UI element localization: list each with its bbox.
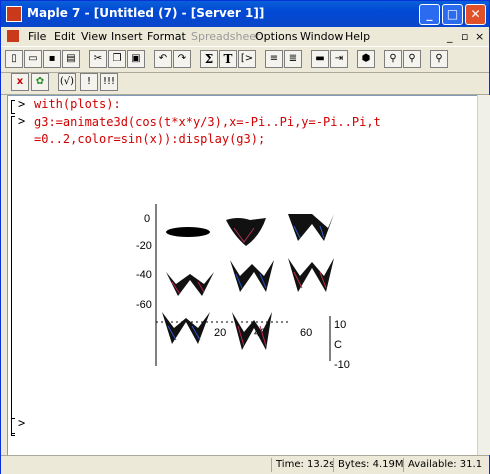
status-time: Time: 13.2s [271,458,335,472]
maple-app-icon[interactable] [6,6,22,22]
surface-frame-1 [166,227,210,237]
save-icon[interactable]: ▪ [43,50,61,68]
surface-frame-7 [162,312,210,344]
z-tick-neg60: -60 [136,299,152,311]
status-bytes: Bytes: 4.19M [333,458,404,472]
execute-icon[interactable]: ! [80,73,98,91]
surface-frame-5 [230,260,274,292]
math-input-icon[interactable]: x [11,73,29,91]
mdi-close-button[interactable]: × [475,30,484,43]
menu-window[interactable]: Window [300,30,343,43]
collapse-icon[interactable]: ▬ [311,50,329,68]
menu-spreadsheet[interactable]: Spreadsheet [191,30,260,43]
mdi-restore-button[interactable]: ▫ [461,30,468,43]
main-toolbar: ▯ ▭ ▪ ▤ ✂ ❐ ▣ ↶ ↷ Σ T [> ≡ ≣ ▬ ⇥ ⬢ ⚲ ⚲ ⚲ [1,46,489,73]
zoom-in-icon[interactable]: ⚲ [384,50,402,68]
close-button[interactable]: ✕ [465,4,486,25]
maple-window: Maple 7 - [Untitled (7) - [Server 1]] _ … [0,0,490,474]
title-bar[interactable]: Maple 7 - [Untitled (7) - [Server 1]] _ … [1,1,489,27]
window-title: Maple 7 - [Untitled (7) - [Server 1]] [27,6,265,20]
vertical-scrollbar[interactable] [477,95,490,455]
sigma-icon[interactable]: Σ [200,50,218,68]
context-toolbar: x ✿ (√) ! !!! [1,71,489,95]
toggle-input-icon[interactable]: (√) [58,73,76,91]
minimize-button[interactable]: _ [419,4,440,25]
open-file-icon[interactable]: ▭ [24,50,42,68]
x-tick-60: 60 [300,327,312,339]
surface-frame-6 [288,258,334,292]
worksheet-area[interactable]: > with(plots): > g3:=animate3d(cos(t*x*y… [7,95,479,457]
z-tick-0: 0 [144,213,150,225]
right-tick-neg10: -10 [334,359,350,371]
undo-icon[interactable]: ↶ [154,50,172,68]
menu-file[interactable]: File [28,30,46,43]
new-file-icon[interactable]: ▯ [5,50,23,68]
surface-frame-3 [288,214,334,241]
zoom-100-icon[interactable]: ⚲ [430,50,448,68]
mdi-minimize-button[interactable]: _ [447,30,453,43]
status-available: Available: 31.1 [403,458,488,472]
menu-bar: File Edit View Insert Format Spreadsheet… [1,27,489,46]
indent-icon[interactable]: ≡ [265,50,283,68]
print-icon[interactable]: ▤ [62,50,80,68]
menu-insert[interactable]: Insert [111,30,143,43]
text-icon[interactable]: T [219,50,237,68]
menu-view[interactable]: View [81,30,107,43]
copy-icon[interactable]: ❐ [108,50,126,68]
zoom-out-icon[interactable]: ⚲ [403,50,421,68]
surface-frame-8 [232,312,272,350]
z-tick-neg40: -40 [136,269,152,281]
execute-all-icon[interactable]: !!! [100,73,118,91]
expand-icon[interactable]: ⇥ [330,50,348,68]
cut-icon[interactable]: ✂ [89,50,107,68]
maximize-button[interactable]: □ [442,4,463,25]
paste-icon[interactable]: ▣ [127,50,145,68]
menu-edit[interactable]: Edit [54,30,75,43]
redo-icon[interactable]: ↷ [173,50,191,68]
animation-plot[interactable]: 0 -20 -40 -60 20 40 60 10 C -10 [8,96,478,456]
right-tick-c: C [334,339,342,351]
stop-icon[interactable]: ⬢ [357,50,375,68]
document-icon[interactable] [7,30,19,42]
right-tick-10: 10 [334,319,346,331]
status-bar: Time: 13.2s Bytes: 4.19M Available: 31.1 [1,455,489,474]
empty-prompt: > [18,416,26,430]
menu-help[interactable]: Help [345,30,370,43]
menu-format[interactable]: Format [147,30,186,43]
surface-frame-4 [166,272,214,296]
x-tick-20: 20 [214,327,226,339]
menu-options[interactable]: Options [255,30,297,43]
z-tick-neg20: -20 [136,240,152,252]
surface-frame-2 [226,218,266,246]
insert-prompt-icon[interactable]: [> [238,50,256,68]
outdent-icon[interactable]: ≣ [284,50,302,68]
group-bracket-3[interactable] [11,418,15,434]
maple-leaf-icon[interactable]: ✿ [31,73,49,91]
